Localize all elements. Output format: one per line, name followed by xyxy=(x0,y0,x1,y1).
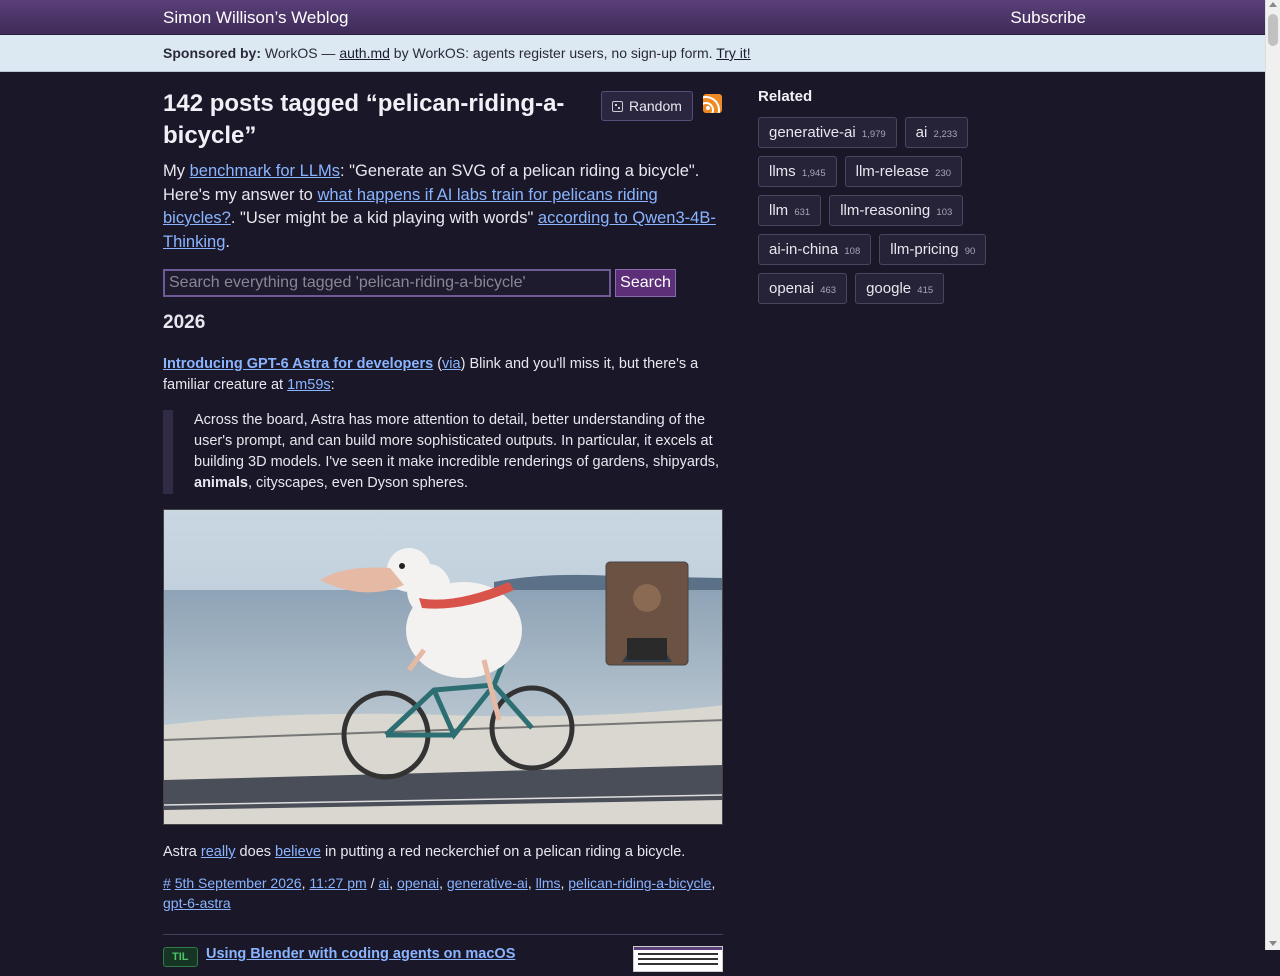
related-tag-ai-in-china[interactable]: ai-in-china 108 xyxy=(758,234,872,265)
tag-search-form: Search xyxy=(163,269,723,297)
scrollbar-thumb[interactable] xyxy=(1268,14,1278,46)
site-header: Simon Willison’s Weblog Subscribe xyxy=(0,0,1265,35)
tag-name: llm-reasoning xyxy=(840,202,931,219)
tag-name: google xyxy=(866,280,912,297)
entry-title-link[interactable]: Introducing GPT-6 Astra for developers xyxy=(163,356,433,372)
entry-tag-link[interactable]: pelican-riding-a-bicycle xyxy=(568,875,711,891)
believe-link[interactable]: believe xyxy=(275,844,321,860)
tag-separator: / xyxy=(366,875,379,891)
quote-text: , cityscapes, even Dyson spheres. xyxy=(248,475,469,491)
timestamp-link[interactable]: 1m59s xyxy=(287,377,331,393)
related-tag-llm-release[interactable]: llm-release 230 xyxy=(844,156,963,187)
tag-count: 463 xyxy=(820,285,837,296)
tag-count: 2,233 xyxy=(933,129,958,140)
til-entry: TIL Using Blender with coding agents on … xyxy=(163,946,723,976)
tag-count: 1,945 xyxy=(801,168,826,179)
related-heading: Related xyxy=(758,88,813,105)
tag-name: openai xyxy=(769,280,815,297)
intro-text: My xyxy=(163,162,190,180)
til-title-link[interactable]: Using Blender with coding agents on macO… xyxy=(206,946,515,962)
comma: , xyxy=(711,875,716,891)
tag-count: 108 xyxy=(844,246,861,257)
related-tags: generative-ai 1,979 ai 2,233 llms 1,945 … xyxy=(758,117,1033,304)
quote-bold-text: animals xyxy=(194,475,248,491)
entry-text: ( xyxy=(433,356,443,372)
tag-name: llm xyxy=(769,202,789,219)
tag-description: My benchmark for LLMs: "Generate an SVG … xyxy=(163,160,728,254)
til-badge: TIL xyxy=(163,947,198,967)
sponsor-text: WorkOS — xyxy=(264,45,340,61)
entry-tag-link[interactable]: ai xyxy=(378,875,389,891)
related-tag-openai[interactable]: openai 463 xyxy=(758,273,848,304)
tag-count: 415 xyxy=(917,285,934,296)
site-title-link[interactable]: Simon Willison’s Weblog xyxy=(163,8,349,28)
related-sidebar: Related generative-ai 1,979 ai 2,233 llm… xyxy=(758,88,1048,304)
rss-feed-icon[interactable] xyxy=(703,94,722,113)
tag-count: 90 xyxy=(964,246,976,257)
entry-date-link[interactable]: 5th September 2026 xyxy=(175,875,302,891)
related-tag-llm-pricing[interactable]: llm-pricing 90 xyxy=(879,234,987,265)
year-heading: 2026 xyxy=(163,312,206,333)
sponsor-label: Sponsored by: xyxy=(163,45,262,61)
tag-count: 103 xyxy=(936,207,953,218)
page-title: 142 posts tagged “pelican-riding-a-bicyc… xyxy=(163,90,565,149)
entry-tag-link[interactable]: gpt-6-astra xyxy=(163,895,231,911)
entry-divider xyxy=(163,934,723,935)
related-tag-ai[interactable]: ai 2,233 xyxy=(904,117,969,148)
entry-time-link[interactable]: 11:27 pm xyxy=(309,875,366,891)
benchmark-link[interactable]: benchmark for LLMs xyxy=(190,162,340,180)
subscribe-link[interactable]: Subscribe xyxy=(1010,8,1086,28)
tag-name: llm-release xyxy=(855,163,929,180)
intro-text: . xyxy=(225,232,230,251)
entry-metadata: # 5th September 2026, 11:27 pm / ai, ope… xyxy=(163,873,723,913)
entry-text: : xyxy=(330,377,335,393)
main-content: 142 posts tagged “pelican-riding-a-bicyc… xyxy=(163,88,723,976)
tag-name: generative-ai xyxy=(769,124,856,141)
caption-text: in putting a red neckerchief on a pelica… xyxy=(320,844,686,860)
related-tag-generative-ai[interactable]: generative-ai 1,979 xyxy=(758,117,897,148)
entry-tag-link[interactable]: openai xyxy=(397,875,439,891)
caption-text: Astra xyxy=(163,844,201,860)
sponsor-banner: Sponsored by: WorkOS — auth.md by WorkOS… xyxy=(0,35,1265,72)
random-button[interactable]: Random xyxy=(601,91,693,121)
scroll-up-arrow-icon[interactable] xyxy=(1269,2,1277,7)
blogmark-entry: Introducing GPT-6 Astra for developers (… xyxy=(163,354,723,396)
dice-icon xyxy=(612,101,623,112)
caption-text: does xyxy=(235,844,276,860)
via-link[interactable]: via xyxy=(442,356,461,372)
image-caption: Astra really does believe in putting a r… xyxy=(163,842,723,863)
tag-name: llm-pricing xyxy=(890,241,959,258)
entry-quote: Across the board, Astra has more attenti… xyxy=(163,410,723,494)
comma: , xyxy=(389,875,398,891)
tag-count: 230 xyxy=(935,168,952,179)
related-tag-llm-reasoning[interactable]: llm-reasoning 103 xyxy=(829,195,964,226)
scroll-down-arrow-icon[interactable] xyxy=(1269,941,1277,946)
page-scrollbar[interactable] xyxy=(1265,0,1280,950)
entry-tag-link[interactable]: generative-ai xyxy=(447,875,528,891)
sponsor-cta-link[interactable]: Try it! xyxy=(716,45,750,61)
related-tag-google[interactable]: google 415 xyxy=(855,273,945,304)
sponsor-description: by WorkOS: agents register users, no sig… xyxy=(389,45,717,61)
related-tag-llm[interactable]: llm 631 xyxy=(758,195,822,226)
search-input[interactable] xyxy=(163,269,611,297)
random-button-label: Random xyxy=(629,98,682,114)
really-link[interactable]: really xyxy=(201,844,236,860)
related-tag-llms[interactable]: llms 1,945 xyxy=(758,156,837,187)
tag-name: ai-in-china xyxy=(769,241,839,258)
comma: , xyxy=(527,875,536,891)
entry-tag-link[interactable]: llms xyxy=(536,875,561,891)
sponsor-link[interactable]: auth.md xyxy=(339,45,390,61)
quote-text: Across the board, Astra has more attenti… xyxy=(194,412,720,470)
tag-name: ai xyxy=(915,124,928,141)
intro-text: . "User might be a kid playing with word… xyxy=(230,209,538,227)
comma: , xyxy=(439,875,447,891)
search-button[interactable]: Search xyxy=(615,269,676,297)
permalink-hash[interactable]: # xyxy=(163,875,171,891)
tag-name: llms xyxy=(769,163,796,180)
tag-count: 631 xyxy=(794,207,811,218)
pelican-bicycle-image xyxy=(163,509,723,825)
tag-count: 1,979 xyxy=(861,129,886,140)
